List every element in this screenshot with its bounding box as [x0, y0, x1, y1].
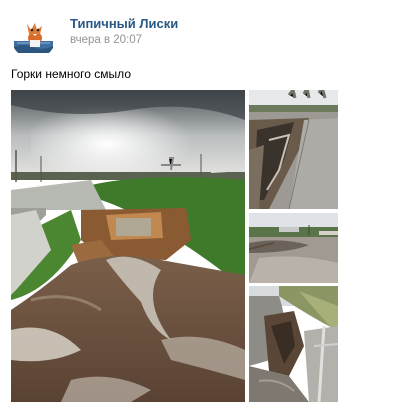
post-timestamp[interactable]: вчера в 20:07 [70, 34, 142, 46]
wall-post: Типичный Лиски вчера в 20:07 Горки немно… [0, 0, 420, 403]
avatar[interactable] [11, 14, 56, 59]
photo-flooded-area[interactable] [249, 213, 338, 283]
post-text: Горки немного смыло [11, 67, 131, 81]
photo-damaged-slope[interactable] [249, 286, 338, 402]
fox-logo-icon [11, 14, 56, 59]
post-author-link[interactable]: Типичный Лиски [70, 16, 178, 31]
photo-collapsed-edge[interactable] [249, 90, 338, 209]
photo-main-washout[interactable] [11, 90, 245, 402]
